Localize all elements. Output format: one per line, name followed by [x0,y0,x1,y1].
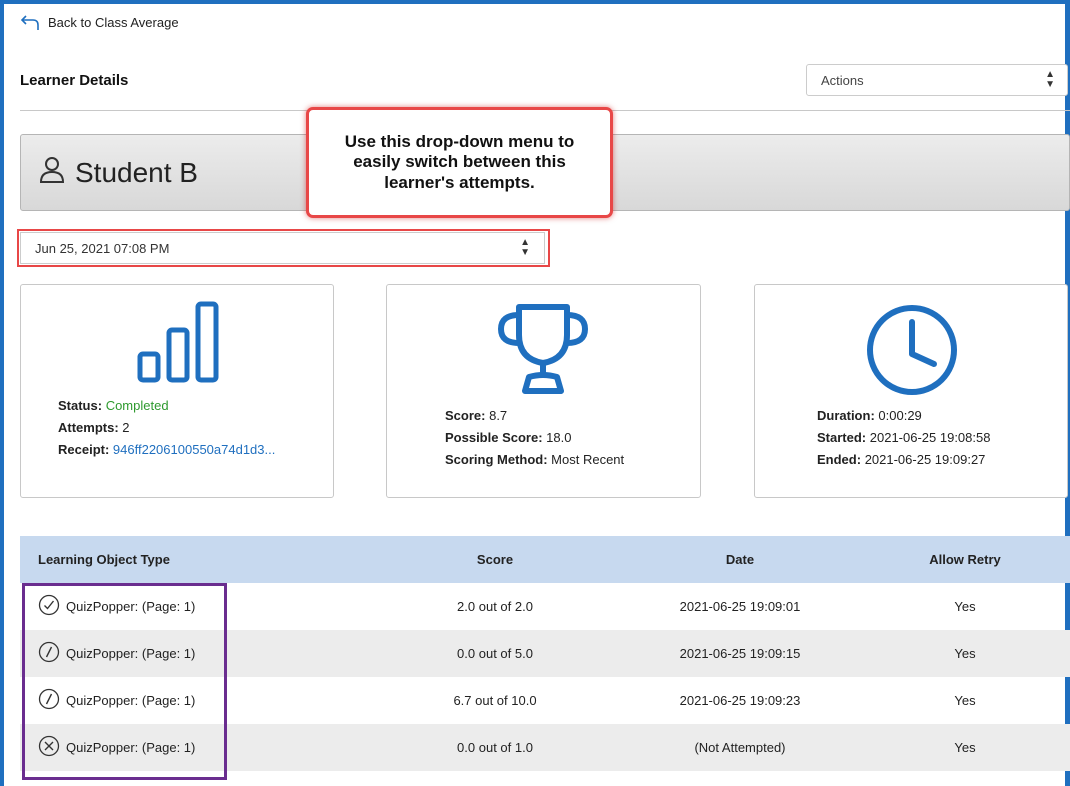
back-to-class-average-link[interactable]: Back to Class Average [20,14,179,30]
retry-cell: Yes [954,599,976,614]
actions-dropdown-label: Actions [821,72,864,88]
retry-cell: Yes [860,630,1070,677]
trophy-icon [495,301,591,402]
learning-object-type: QuizPopper: (Page: 1) [66,693,196,708]
ended-value: 2021-06-25 19:09:27 [864,452,986,467]
learning-object-type: QuizPopper: (Page: 1) [66,740,196,755]
score-cell: 0.0 out of 1.0 [370,724,620,771]
select-caret-icon: ▲ ▼ [520,237,530,258]
attempts-value: 2 [122,420,130,435]
select-caret-icon: ▲ ▼ [1045,69,1055,90]
back-arrow-icon [20,14,40,30]
column-header-type: Learning Object Type [20,536,370,583]
learner-name: Student B [75,156,198,188]
table-row[interactable]: QuizPopper: (Page: 1) 0.0 out of 5.0 202… [20,630,1070,677]
table-row[interactable]: QuizPopper: (Page: 1) 0.0 out of 1.0 (No… [20,724,1070,771]
page-title: Learner Details [20,72,129,89]
table-row[interactable]: QuizPopper: (Page: 1) 2.0 out of 2.0 202… [20,583,1070,630]
attempt-dropdown[interactable]: Jun 25, 2021 07:08 PM ▲ ▼ [20,232,545,264]
bar-chart-icon [136,300,220,389]
started-value: 2021-06-25 19:08:58 [869,430,991,445]
column-header-score: Score [370,536,620,583]
status-line: Status: Completed [58,398,169,413]
column-header-date: Date [620,536,860,583]
status-value: Completed [105,398,169,413]
actions-dropdown[interactable]: Actions ▲ ▼ [806,64,1068,96]
learning-object-type: QuizPopper: (Page: 1) [66,599,196,614]
annotation-callout: Use this drop-down menu to easily switch… [306,107,613,218]
possible-score-value: 18.0 [546,430,572,445]
score-value: 8.7 [489,408,508,423]
attempts-line: Attempts: 2 [58,420,130,435]
retry-cell: Yes [954,693,976,708]
score-line: Score: 8.7 [445,408,508,423]
score-cell: 2.0 out of 2.0 [457,599,533,614]
partial-circle-icon [38,641,60,666]
table-row[interactable]: QuizPopper: (Page: 1) 6.7 out of 10.0 20… [20,677,1070,724]
user-icon [39,156,65,189]
receipt-link[interactable]: 946ff2206100550a74d1d3... [113,442,275,457]
learning-object-type: QuizPopper: (Page: 1) [66,646,196,661]
score-card: Score: 8.7 Possible Score: 18.0 Scoring … [386,284,701,498]
partial-circle-icon [38,688,60,713]
date-cell: 2021-06-25 19:09:01 [679,599,801,614]
x-circle-icon [38,735,60,760]
date-cell: 2021-06-25 19:09:23 [679,693,801,708]
date-cell: (Not Attempted) [620,724,860,771]
scoring-method-value: Most Recent [551,452,625,467]
frame-border-top [0,0,1070,4]
column-header-retry: Allow Retry [860,536,1070,583]
receipt-line: Receipt: 946ff2206100550a74d1d3... [58,442,276,457]
duration-line: Duration: 0:00:29 [817,408,922,423]
attempt-dropdown-value: Jun 25, 2021 07:08 PM [35,240,170,256]
duration-value: 0:00:29 [878,408,922,423]
score-cell: 6.7 out of 10.0 [453,693,537,708]
status-card: Status: Completed Attempts: 2 Receipt: 9… [20,284,334,498]
scoring-method-line: Scoring Method: Most Recent [445,452,625,467]
score-cell: 0.0 out of 5.0 [370,630,620,677]
time-card: Duration: 0:00:29 Started: 2021-06-25 19… [754,284,1068,498]
results-table: Learning Object Type Score Date Allow Re… [20,536,1070,771]
back-link-label: Back to Class Average [48,14,179,30]
clock-icon [864,302,960,403]
started-line: Started: 2021-06-25 19:08:58 [817,430,991,445]
check-circle-icon [38,594,60,619]
table-header-row: Learning Object Type Score Date Allow Re… [20,536,1070,583]
frame-border-left [0,0,4,786]
possible-score-line: Possible Score: 18.0 [445,430,572,445]
retry-cell: Yes [860,724,1070,771]
date-cell: 2021-06-25 19:09:15 [620,630,860,677]
ended-line: Ended: 2021-06-25 19:09:27 [817,452,986,467]
